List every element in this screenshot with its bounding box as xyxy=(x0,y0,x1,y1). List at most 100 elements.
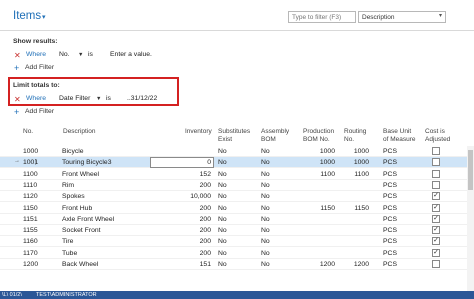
column-header-production[interactable]: Production BOM No. xyxy=(303,128,334,144)
cell-no[interactable]: 1160 xyxy=(23,237,53,246)
add-filter-link[interactable]: Add Filter xyxy=(25,64,54,71)
cell-no[interactable]: 1170 xyxy=(23,249,53,258)
table-row[interactable]: 1110 Rim 200 No No PCS xyxy=(0,180,474,191)
cost-adjusted-checkbox[interactable]: ✓ xyxy=(432,203,440,212)
cell-substitutes: No xyxy=(218,159,227,167)
cell-routing: 1000 xyxy=(353,148,369,155)
cell-description: Bicycle xyxy=(62,148,84,155)
cell-production: 1100 xyxy=(320,170,335,178)
cell-no[interactable]: 1001 xyxy=(23,158,53,167)
column-header-uom[interactable]: Base Unit of Measure xyxy=(383,128,416,144)
cost-adjusted-checkbox[interactable] xyxy=(432,158,440,167)
cell-no[interactable]: 1150 xyxy=(23,204,53,213)
date-filter-value[interactable]: ..31/12/22 xyxy=(127,95,157,102)
table-row[interactable]: 1120 Spokes 10,000 No No PCS ✓ xyxy=(0,191,474,203)
cell-inventory[interactable]: 152 xyxy=(150,170,211,179)
filter-field-select[interactable]: Description ▾ xyxy=(358,11,446,23)
cell-assembly: No xyxy=(261,170,270,178)
cell-assembly: No xyxy=(261,148,270,155)
cell-no[interactable]: 1110 xyxy=(23,181,53,190)
cell-uom: PCS xyxy=(383,148,397,155)
filter-field-date[interactable]: Date Filter xyxy=(59,95,90,102)
cell-no[interactable]: 1000 xyxy=(23,147,53,156)
cell-description: Spokes xyxy=(62,193,85,201)
search-input[interactable] xyxy=(288,11,356,23)
cell-description: Front Hub xyxy=(62,204,93,212)
cell-substitutes: No xyxy=(218,227,227,235)
column-header-line: Production xyxy=(303,128,335,135)
cell-inventory[interactable]: 200 xyxy=(150,204,211,213)
column-header-description[interactable]: Description xyxy=(63,128,96,136)
filter-operator: is xyxy=(106,95,111,102)
chevron-down-icon[interactable]: ▾ xyxy=(42,13,46,21)
divider xyxy=(0,30,474,31)
close-icon[interactable]: ✕ xyxy=(14,52,21,60)
cost-adjusted-checkbox[interactable] xyxy=(432,180,440,189)
add-filter-link[interactable]: Add Filter xyxy=(25,108,54,115)
cell-uom: PCS xyxy=(383,193,397,201)
filter-value-input[interactable]: Enter a value. xyxy=(110,51,152,58)
cell-inventory[interactable]: 200 xyxy=(150,215,211,224)
cell-assembly: No xyxy=(261,215,270,223)
cell-uom: PCS xyxy=(383,227,397,235)
cell-uom: PCS xyxy=(383,249,397,257)
column-header-line: Base Unit xyxy=(383,128,412,135)
cell-inventory[interactable]: 200 xyxy=(150,249,211,258)
cell-inventory[interactable]: 151 xyxy=(150,260,211,269)
filter-field-no[interactable]: No. xyxy=(59,51,70,58)
table-row[interactable]: 1155 Socket Front 200 No No PCS ✓ xyxy=(0,225,474,237)
cell-routing: 1200 xyxy=(353,261,369,268)
chevron-down-icon[interactable]: ▼ xyxy=(96,96,101,102)
cell-production: 1150 xyxy=(320,204,335,212)
cell-uom: PCS xyxy=(383,261,397,268)
cost-adjusted-checkbox[interactable]: ✓ xyxy=(432,237,440,246)
table-row[interactable]: 1160 Tire 200 No No PCS ✓ xyxy=(0,236,474,248)
cell-routing: 1000 xyxy=(353,159,369,167)
cell-no[interactable]: 1155 xyxy=(23,226,53,235)
cost-adjusted-checkbox[interactable] xyxy=(432,147,440,155)
add-icon[interactable]: + xyxy=(14,108,19,117)
cell-inventory[interactable]: 200 xyxy=(150,226,211,235)
cell-substitutes: No xyxy=(218,193,227,201)
cost-adjusted-checkbox[interactable] xyxy=(432,260,440,268)
table-row[interactable]: 1170 Tube 200 No No PCS ✓ xyxy=(0,248,474,259)
cell-description: Front Wheel xyxy=(62,170,100,178)
cell-assembly: No xyxy=(261,193,270,201)
cell-inventory[interactable]: 10,000 xyxy=(150,192,211,201)
column-header-routing[interactable]: Routing No. xyxy=(344,128,366,144)
cell-no[interactable]: 1200 xyxy=(23,260,53,269)
cost-adjusted-checkbox[interactable]: ✓ xyxy=(432,248,440,257)
table-row[interactable]: 1200 Back Wheel 151 No No 1200 1200 PCS xyxy=(0,259,474,270)
table-row[interactable]: → ⋮ 1001 Touring Bicycle3 0 No No 1000 1000 PCS xyxy=(0,157,474,169)
cell-inventory[interactable]: 0 xyxy=(150,158,211,167)
cost-adjusted-checkbox[interactable]: ✓ xyxy=(432,214,440,223)
column-header-no[interactable]: No. xyxy=(23,128,33,136)
cell-no[interactable]: 1151 xyxy=(23,215,53,224)
column-header-substitutes[interactable]: Substitutes Exist xyxy=(218,128,250,144)
chevron-down-icon[interactable]: ▼ xyxy=(78,52,83,58)
scrollbar-thumb[interactable] xyxy=(468,150,473,190)
add-icon[interactable]: + xyxy=(14,64,19,73)
cell-no[interactable]: 1100 xyxy=(23,170,53,179)
column-header-cost-adjusted[interactable]: Cost is Adjusted xyxy=(425,128,450,144)
limit-totals-label: Limit totals to: xyxy=(13,82,60,89)
cell-inventory[interactable]: 200 xyxy=(150,237,211,246)
cell-uom: PCS xyxy=(383,170,397,178)
cell-inventory[interactable]: 200 xyxy=(150,181,211,190)
column-header-inventory[interactable]: Inventory xyxy=(185,128,212,136)
cost-adjusted-checkbox[interactable]: ✓ xyxy=(432,192,440,201)
column-header-assembly[interactable]: Assembly BOM xyxy=(261,128,289,144)
table-row[interactable]: 1151 Axle Front Wheel 200 No No PCS ✓ xyxy=(0,214,474,225)
table-header: No. Description Inventory Substitutes Ex… xyxy=(0,124,474,146)
column-header-line: Cost is xyxy=(425,128,445,135)
page-title[interactable]: Items xyxy=(13,10,41,22)
cell-no[interactable]: 1120 xyxy=(23,192,53,201)
cost-adjusted-checkbox[interactable] xyxy=(432,169,440,178)
table-row[interactable]: 1150 Front Hub 200 No No 1150 1150 PCS ✓ xyxy=(0,203,474,214)
table-row[interactable]: 1000 Bicycle No No 1000 1000 PCS xyxy=(0,146,474,157)
cost-adjusted-checkbox[interactable]: ✓ xyxy=(432,226,440,235)
cell-uom: PCS xyxy=(383,238,397,246)
table-row[interactable]: 1100 Front Wheel 152 No No 1100 1100 PCS xyxy=(0,169,474,180)
cell-uom: PCS xyxy=(383,159,397,167)
close-icon[interactable]: ✕ xyxy=(14,96,21,104)
